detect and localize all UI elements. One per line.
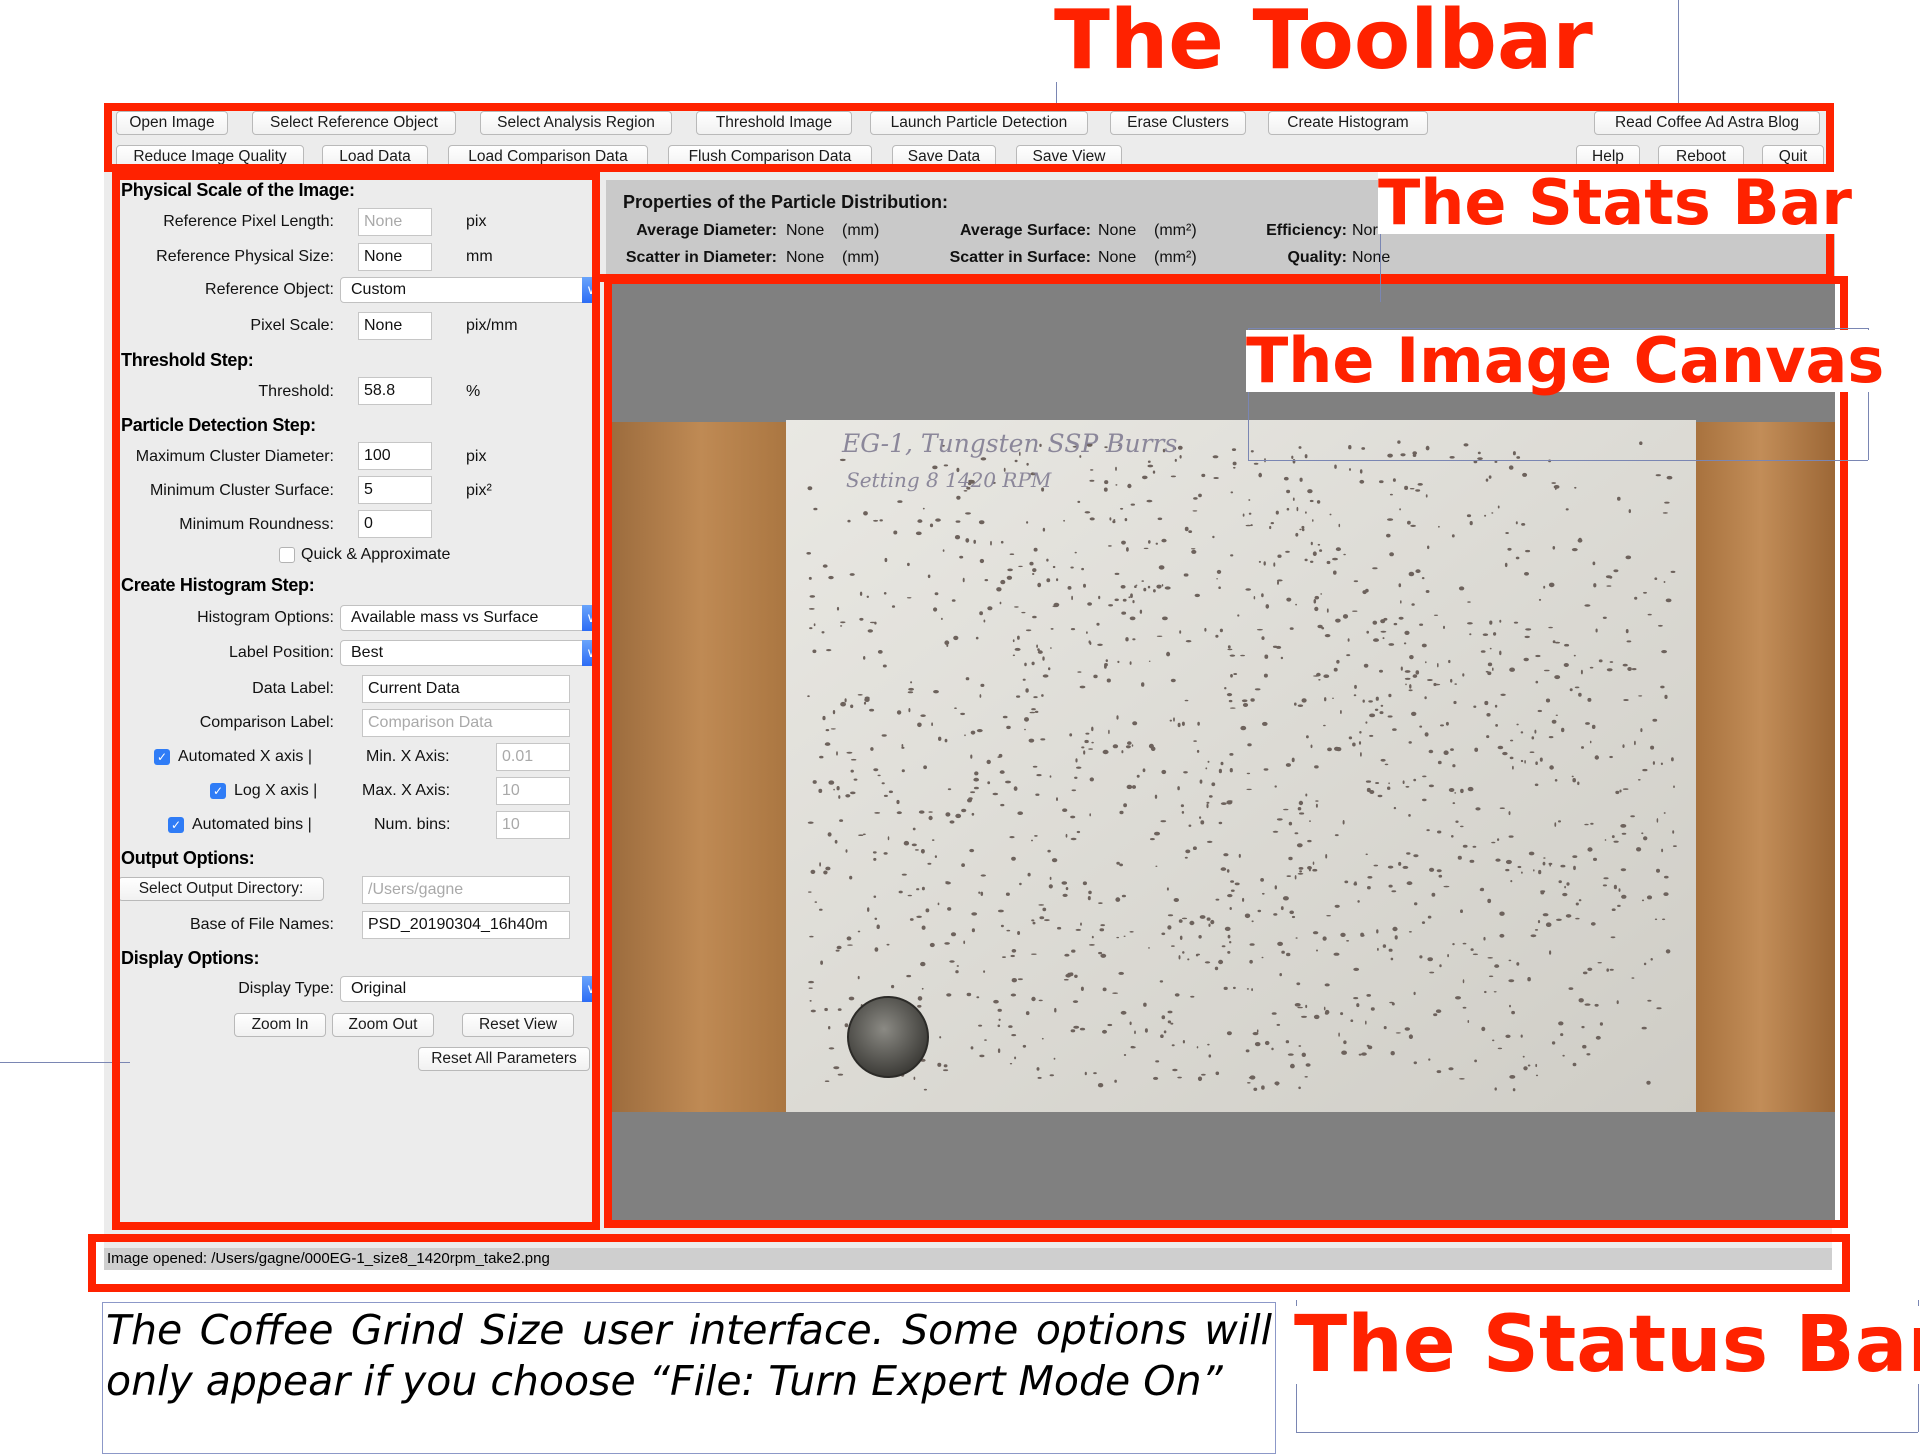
guide-line	[0, 1062, 130, 1063]
toolbar-annotation-title: The Toolbar	[1054, 0, 1593, 88]
guide-line	[1296, 1432, 1918, 1433]
guide-line	[1248, 460, 1868, 461]
status-annotation-title: The Status Bar	[1294, 1306, 1920, 1384]
stats-annotation-title: The Stats Bar	[1378, 166, 1852, 239]
panel-highlight	[112, 172, 600, 1230]
statusbar-highlight	[88, 1234, 1850, 1292]
figure-caption: The Coffee Grind Size user interface. So…	[102, 1302, 1276, 1454]
toolbar-highlight	[104, 103, 1834, 172]
canvas-annotation-title: The Image Canvas	[1246, 324, 1885, 397]
canvas-highlight	[604, 276, 1848, 1228]
